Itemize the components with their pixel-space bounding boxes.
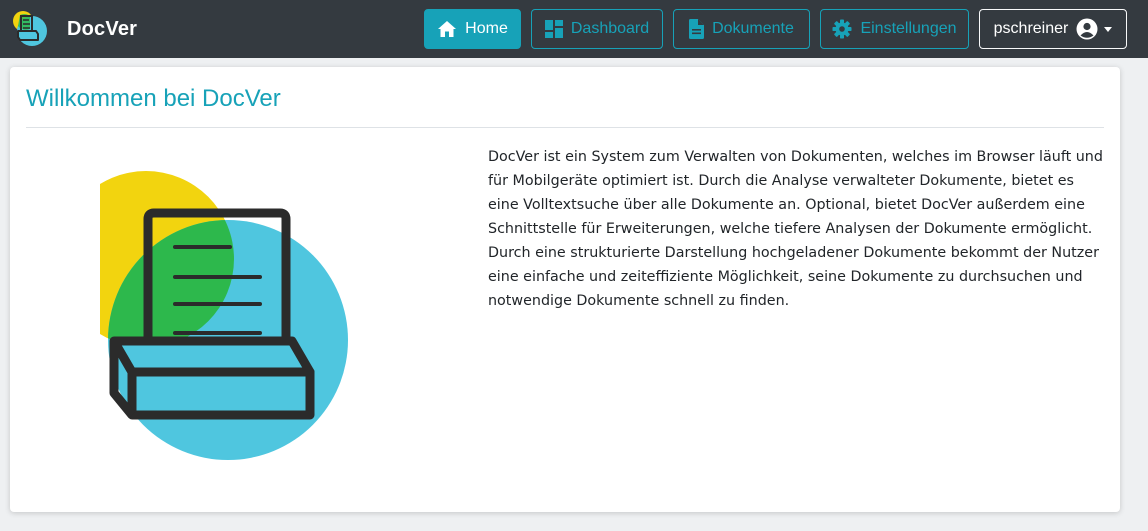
page-title: Willkommen bei DocVer: [26, 85, 281, 112]
nav-settings-label: Einstellungen: [860, 20, 957, 37]
top-navbar: DocVer Home Dashboard Dokumente Einstell…: [0, 0, 1148, 58]
chevron-down-icon: [1104, 26, 1113, 32]
nav-settings-button[interactable]: Einstellungen: [820, 9, 969, 49]
nav-documents-label: Dokumente: [712, 20, 794, 37]
document-tray-illustration: [58, 167, 360, 472]
title-divider: [26, 127, 1104, 128]
user-circle-icon: [1076, 18, 1098, 40]
gear-icon: [832, 19, 852, 39]
nav-dashboard-label: Dashboard: [570, 20, 650, 37]
brand[interactable]: DocVer: [12, 9, 137, 49]
dashboard-icon: [544, 20, 563, 38]
docver-logo-icon: [12, 10, 50, 48]
user-menu-dropdown[interactable]: pschreiner: [979, 9, 1127, 49]
welcome-card: Willkommen bei DocVer DocVer ist ein Sys…: [10, 67, 1120, 512]
document-icon: [689, 19, 705, 39]
nav-dashboard-button[interactable]: Dashboard: [531, 9, 663, 49]
intro-paragraph: DocVer ist ein System zum Verwalten von …: [488, 149, 1103, 309]
nav-documents-button[interactable]: Dokumente: [673, 9, 810, 49]
nav-home-button[interactable]: Home: [424, 9, 521, 49]
home-icon: [437, 20, 457, 38]
nav-home-label: Home: [465, 20, 508, 37]
brand-name: DocVer: [67, 17, 138, 40]
username: pschreiner: [993, 20, 1069, 37]
